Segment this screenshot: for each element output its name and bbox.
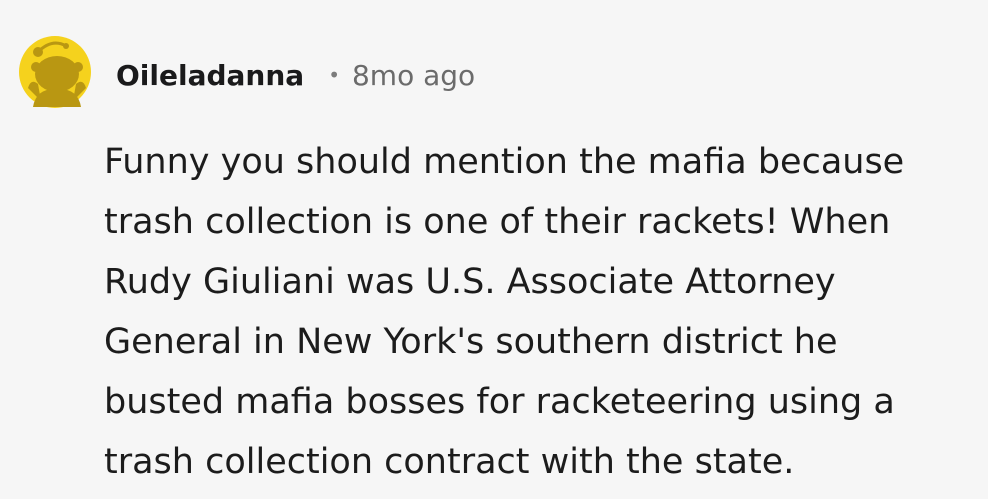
username-link[interactable]: Oileladanna bbox=[116, 59, 304, 92]
snoo-avatar-icon[interactable] bbox=[18, 25, 92, 119]
comment: Oileladanna • 8mo ago Funny you should m… bbox=[0, 0, 988, 499]
comment-line: Rudy Giuliani was U.S. Associate Attorne… bbox=[104, 262, 836, 302]
comment-meta: Oileladanna • 8mo ago bbox=[116, 54, 475, 96]
comment-line: trash collection contract with the state… bbox=[104, 442, 795, 482]
meta-separator: • bbox=[328, 63, 340, 87]
comment-line: busted mafia bosses for racketeering usi… bbox=[104, 382, 895, 422]
comment-line: General in New York's southern district … bbox=[104, 322, 838, 362]
timestamp-link[interactable]: 8mo ago bbox=[352, 59, 475, 92]
comment-line: trash collection is one of their rackets… bbox=[104, 202, 891, 242]
comment-body: Funny you should mention the mafia becau… bbox=[104, 132, 974, 492]
comment-line: Funny you should mention the mafia becau… bbox=[104, 142, 905, 182]
